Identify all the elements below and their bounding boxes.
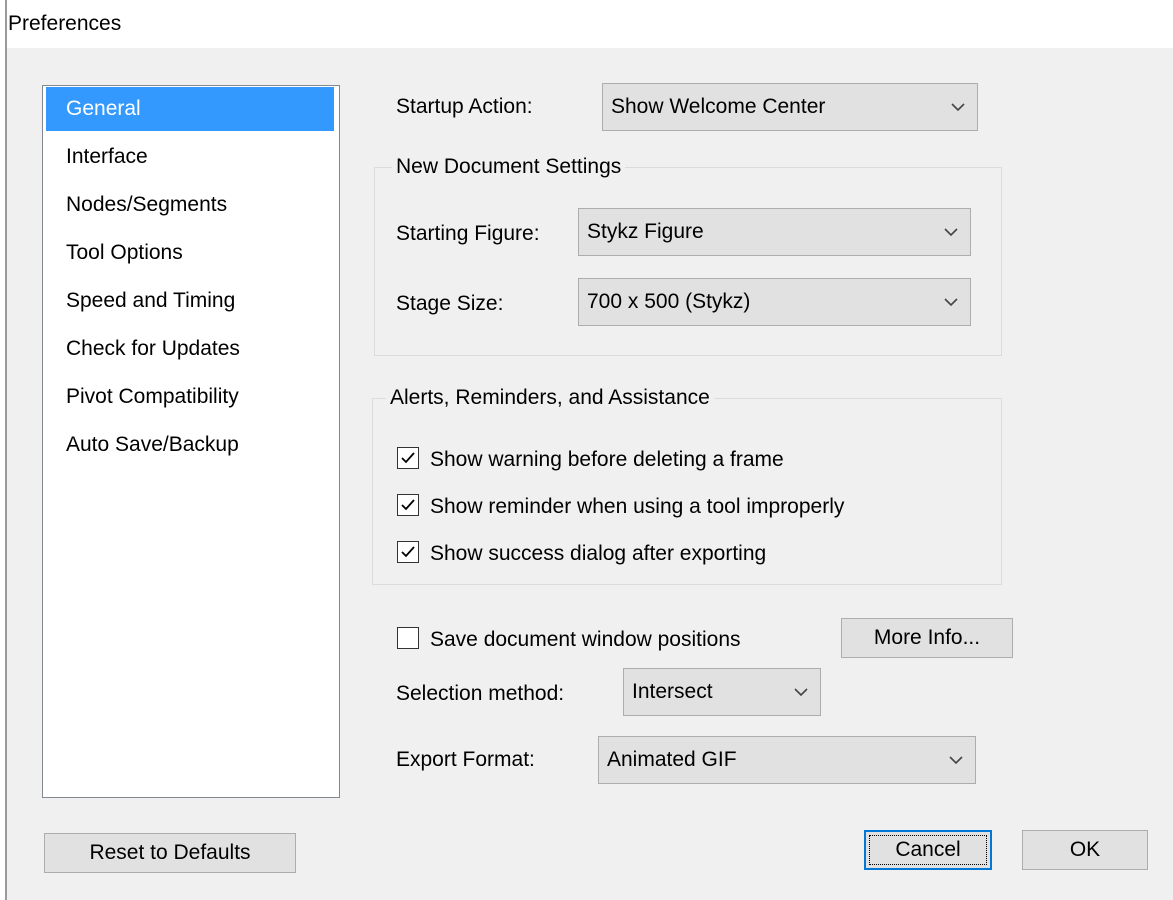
export-format-value: Animated GIF bbox=[607, 748, 737, 771]
chevron-down-icon bbox=[944, 228, 958, 237]
category-item-check-updates[interactable]: Check for Updates bbox=[46, 327, 334, 371]
category-item-general[interactable]: General bbox=[46, 87, 334, 131]
startup-action-select[interactable]: Show Welcome Center bbox=[602, 83, 978, 131]
checkmark-icon bbox=[401, 452, 415, 464]
selection-method-value: Intersect bbox=[632, 680, 713, 703]
window-title: Preferences bbox=[8, 12, 122, 35]
remind-tool-label: Show reminder when using a tool improper… bbox=[430, 495, 845, 518]
reset-defaults-button[interactable]: Reset to Defaults bbox=[44, 833, 296, 873]
selection-method-select[interactable]: Intersect bbox=[623, 668, 821, 716]
chevron-down-icon bbox=[794, 688, 808, 697]
selection-method-label: Selection method: bbox=[396, 682, 565, 705]
chevron-down-icon bbox=[951, 103, 965, 112]
chevron-down-icon bbox=[944, 298, 958, 307]
category-item-pivot-compatibility[interactable]: Pivot Compatibility bbox=[46, 375, 334, 419]
checkmark-icon bbox=[401, 546, 415, 558]
startup-action-label: Startup Action: bbox=[396, 95, 533, 118]
chevron-down-icon bbox=[949, 756, 963, 765]
stage-size-label: Stage Size: bbox=[396, 292, 504, 315]
alerts-caption: Alerts, Reminders, and Assistance bbox=[386, 386, 714, 410]
warn-delete-frame-label: Show warning before deleting a frame bbox=[430, 448, 784, 471]
starting-figure-select[interactable]: Stykz Figure bbox=[578, 208, 971, 256]
checkbox-remind-tool[interactable] bbox=[397, 494, 419, 516]
category-item-auto-save[interactable]: Auto Save/Backup bbox=[46, 423, 334, 467]
startup-action-value: Show Welcome Center bbox=[611, 95, 826, 118]
more-info-button[interactable]: More Info... bbox=[841, 618, 1013, 658]
export-format-label: Export Format: bbox=[396, 748, 535, 771]
checkmark-icon bbox=[401, 499, 415, 511]
ok-button[interactable]: OK bbox=[1022, 830, 1148, 870]
category-list[interactable]: General Interface Nodes/Segments Tool Op… bbox=[42, 85, 340, 798]
new-document-settings-group bbox=[374, 167, 1002, 356]
category-item-speed-timing[interactable]: Speed and Timing bbox=[46, 279, 334, 323]
success-export-label: Show success dialog after exporting bbox=[430, 542, 767, 565]
starting-figure-label: Starting Figure: bbox=[396, 222, 540, 245]
cancel-button[interactable]: Cancel bbox=[864, 830, 992, 870]
category-item-tool-options[interactable]: Tool Options bbox=[46, 231, 334, 275]
focus-rectangle bbox=[869, 835, 987, 865]
new-document-settings-caption: New Document Settings bbox=[392, 155, 626, 179]
save-window-positions-label: Save document window positions bbox=[430, 628, 741, 651]
category-item-interface[interactable]: Interface bbox=[46, 135, 334, 179]
stage-size-value: 700 x 500 (Stykz) bbox=[587, 290, 751, 313]
stage-size-select[interactable]: 700 x 500 (Stykz) bbox=[578, 278, 971, 326]
checkbox-warn-delete-frame[interactable] bbox=[397, 447, 419, 469]
checkbox-success-export[interactable] bbox=[397, 541, 419, 563]
export-format-select[interactable]: Animated GIF bbox=[598, 736, 976, 784]
title-bar: Preferences bbox=[0, 0, 1173, 48]
category-item-nodes-segments[interactable]: Nodes/Segments bbox=[46, 183, 334, 227]
checkbox-save-window-positions[interactable] bbox=[397, 627, 419, 649]
starting-figure-value: Stykz Figure bbox=[587, 220, 704, 243]
